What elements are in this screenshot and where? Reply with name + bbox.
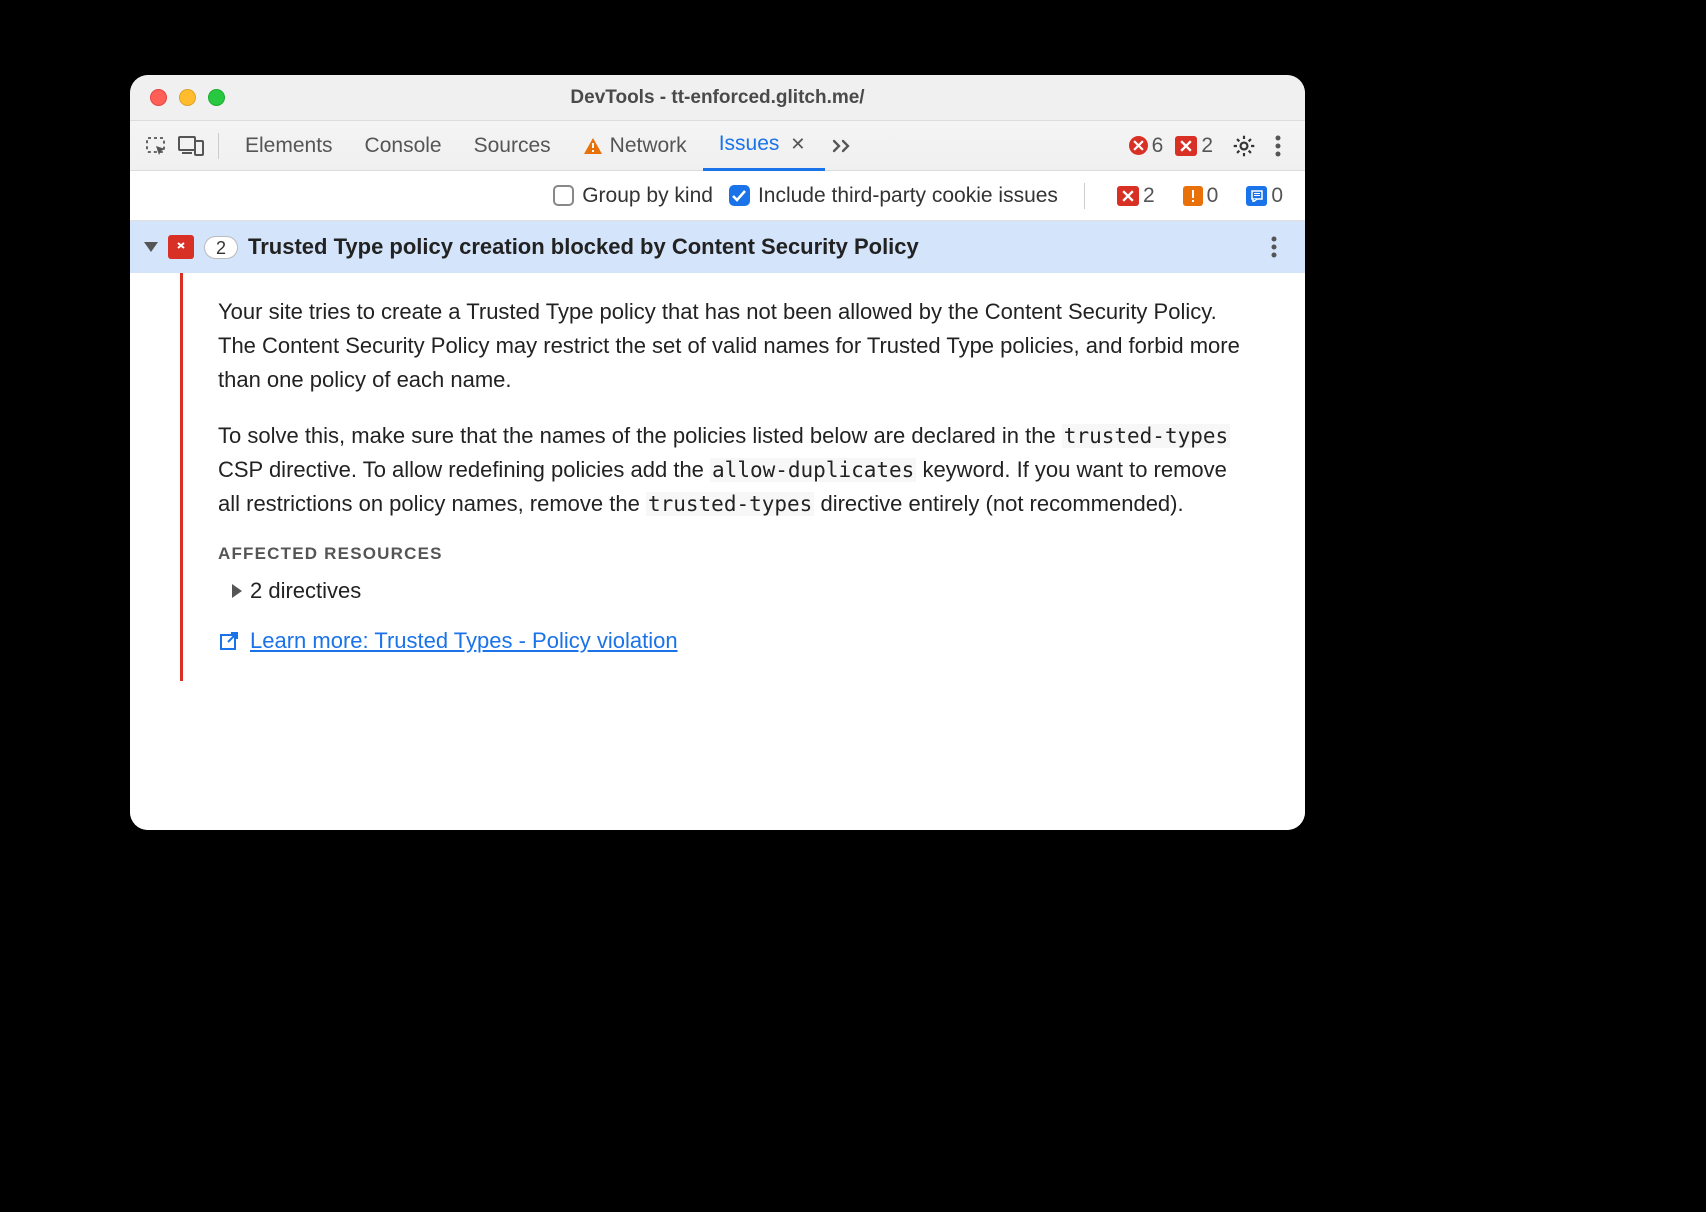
close-tab-icon[interactable]: ✕ xyxy=(786,134,809,155)
error-badge-icon xyxy=(1129,136,1148,155)
warning-triangle-icon xyxy=(583,137,603,155)
issue-paragraph-1: Your site tries to create a Trusted Type… xyxy=(218,295,1255,397)
inspect-icon[interactable] xyxy=(140,129,174,163)
issues-content-scroll[interactable]: 2 Trusted Type policy creation blocked b… xyxy=(130,221,1305,830)
group-by-kind-label: Group by kind xyxy=(582,184,713,208)
checkbox-unchecked-icon xyxy=(553,185,574,206)
tab-issues[interactable]: Issues ✕ xyxy=(703,121,826,171)
include-third-party-checkbox[interactable]: Include third-party cookie issues xyxy=(729,184,1058,208)
directives-row[interactable]: 2 directives xyxy=(232,578,1255,604)
issue-body: Your site tries to create a Trusted Type… xyxy=(180,273,1305,681)
issues-toolbar: Group by kind Include third-party cookie… xyxy=(130,171,1305,221)
affected-resources-label: AFFECTED RESOURCES xyxy=(218,544,1255,564)
titlebar: DevTools - tt-enforced.glitch.me/ xyxy=(130,75,1305,121)
issue-title: Trusted Type policy creation blocked by … xyxy=(248,234,1247,260)
maximize-window-button[interactable] xyxy=(208,89,225,106)
filter-warnings-count: 0 xyxy=(1207,184,1219,208)
issue-count-pill: 2 xyxy=(204,236,238,259)
filter-error-icon xyxy=(1117,186,1139,206)
filter-warning-icon xyxy=(1183,186,1203,206)
kebab-menu-icon[interactable] xyxy=(1261,129,1295,163)
more-tabs-icon[interactable] xyxy=(825,138,859,154)
filter-errors-count: 2 xyxy=(1143,184,1155,208)
issue-kebab-icon[interactable] xyxy=(1257,230,1291,264)
external-link-icon xyxy=(218,630,240,652)
issue-header[interactable]: 2 Trusted Type policy creation blocked b… xyxy=(130,221,1305,273)
include-third-party-label: Include third-party cookie issues xyxy=(758,184,1058,208)
group-by-kind-checkbox[interactable]: Group by kind xyxy=(553,184,713,208)
settings-gear-icon[interactable] xyxy=(1227,129,1261,163)
minimize-window-button[interactable] xyxy=(179,89,196,106)
tab-elements[interactable]: Elements xyxy=(229,121,349,171)
filter-warnings[interactable]: 0 xyxy=(1177,184,1225,208)
learn-more-link[interactable]: Learn more: Trusted Types - Policy viola… xyxy=(218,628,678,654)
tab-issues-label: Issues xyxy=(719,132,780,156)
main-tabbar: Elements Console Sources Network Issues … xyxy=(130,121,1305,171)
filter-info[interactable]: 0 xyxy=(1240,184,1289,208)
collapse-caret-icon[interactable] xyxy=(144,242,158,252)
directives-text: 2 directives xyxy=(250,578,361,604)
tab-console[interactable]: Console xyxy=(349,121,458,171)
learn-more-text: Learn more: Trusted Types - Policy viola… xyxy=(250,628,678,654)
traffic-lights xyxy=(130,89,225,106)
filter-info-icon xyxy=(1246,186,1267,206)
separator xyxy=(1084,183,1085,209)
tab-network-label: Network xyxy=(610,134,687,158)
issue-error-icon xyxy=(168,235,194,259)
issue-paragraph-2: To solve this, make sure that the names … xyxy=(218,419,1255,521)
issue-badge-icon xyxy=(1175,136,1197,156)
expand-caret-icon xyxy=(232,584,242,598)
filter-errors[interactable]: 2 xyxy=(1111,184,1161,208)
checkbox-checked-icon xyxy=(729,185,750,206)
devtools-window: DevTools - tt-enforced.glitch.me/ Elemen… xyxy=(130,75,1305,830)
tab-sources[interactable]: Sources xyxy=(458,121,567,171)
error-counter-value: 6 xyxy=(1152,134,1164,158)
issues-counter-value: 2 xyxy=(1201,134,1213,158)
error-counter[interactable]: 6 xyxy=(1123,134,1170,158)
separator xyxy=(218,133,219,159)
issues-counter[interactable]: 2 xyxy=(1169,134,1219,158)
tab-network[interactable]: Network xyxy=(567,121,703,171)
close-window-button[interactable] xyxy=(150,89,167,106)
filter-info-count: 0 xyxy=(1271,184,1283,208)
device-toolbar-icon[interactable] xyxy=(174,129,208,163)
window-title: DevTools - tt-enforced.glitch.me/ xyxy=(130,87,1305,109)
